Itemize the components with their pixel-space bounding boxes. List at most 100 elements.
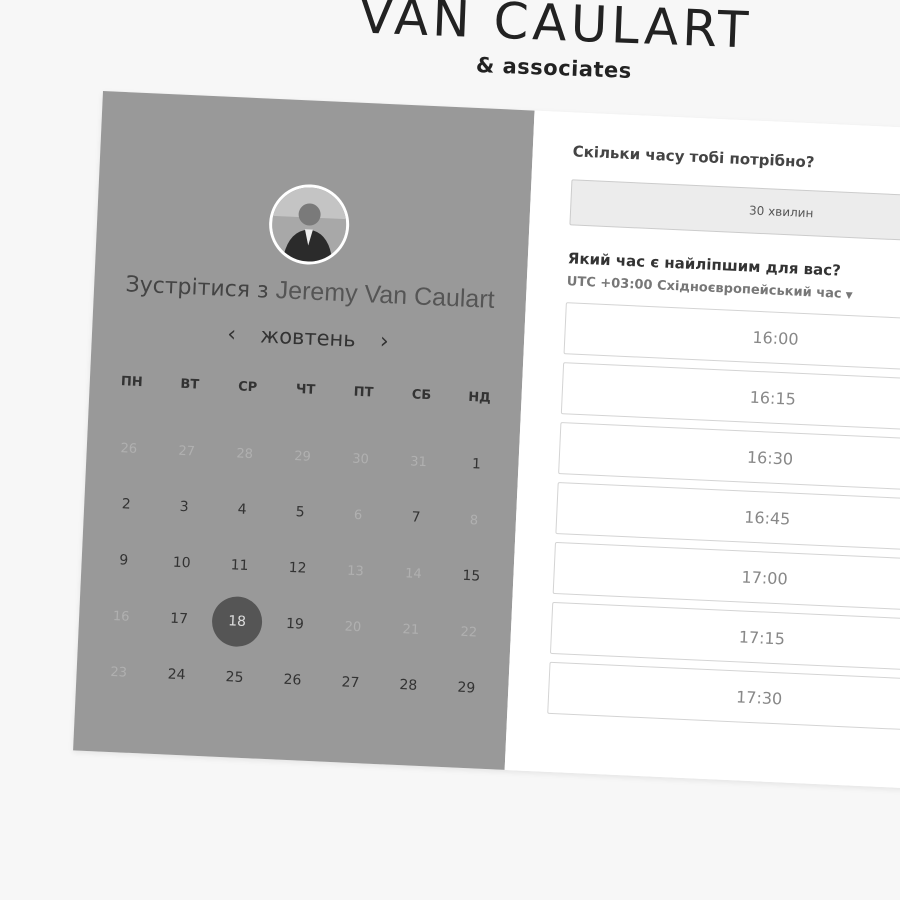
calendar-day-number: 4	[237, 501, 247, 518]
calendar-day-number: 7	[411, 509, 421, 526]
calendar-day[interactable]: 17	[149, 590, 209, 649]
duration-select[interactable]: 30 хвилин	[569, 179, 900, 245]
calendar-day: 23	[88, 643, 148, 702]
calendar-day-number: 29	[457, 679, 476, 697]
chevron-left-icon[interactable]: ‹	[217, 321, 246, 347]
calendar-day: 14	[383, 544, 443, 603]
calendar-day[interactable]: 26	[262, 651, 322, 710]
weekday-label: ПН	[120, 374, 144, 391]
month-label: жовтень	[259, 323, 357, 352]
calendar-day: 8	[444, 491, 504, 550]
calendar-day: 30	[330, 430, 390, 489]
calendar-day[interactable]: 15	[441, 547, 501, 606]
calendar-day-number: 1	[471, 456, 482, 473]
calendar-day[interactable]: 25	[204, 648, 264, 707]
duration-question: Скільки часу тобі потрібно?	[572, 142, 815, 172]
calendar-day[interactable]: 28	[378, 656, 438, 715]
time-slot-button[interactable]: 16:15	[560, 362, 900, 434]
calendar-day-number: 27	[341, 674, 360, 692]
calendar-day-number: 31	[409, 453, 428, 470]
calendar-day[interactable]: 19	[265, 595, 325, 654]
weekday-label: НД	[467, 389, 492, 406]
weekday-label: ВТ	[180, 376, 200, 393]
weekday-label: СР	[237, 379, 258, 396]
calendar-day-number: 12	[288, 559, 307, 577]
calendar-day-number: 29	[294, 448, 312, 465]
calendar-day: 20	[323, 598, 383, 657]
time-slot-button[interactable]: 16:30	[558, 422, 900, 494]
scheduler-card: Зустрітися з Jeremy Van Caulart ‹ жовтень…	[73, 91, 900, 791]
calendar-day-number: 15	[462, 567, 481, 585]
calendar-day-number: 8	[469, 512, 479, 528]
time-slot-button[interactable]: 16:45	[555, 482, 900, 554]
calendar-day-number: 28	[236, 445, 254, 462]
calendar-day[interactable]: 12	[267, 539, 327, 598]
weekday-header: ПН ВТ СР ЧТ ПТ СБ НД	[103, 373, 513, 407]
month-navigation: ‹ жовтень ›	[92, 316, 525, 361]
brand-logo: VAN CAULART & associates	[294, 0, 817, 90]
calendar-day[interactable]: 11	[209, 536, 269, 595]
calendar-day: 16	[91, 587, 151, 646]
calendar-day-number: 14	[404, 565, 423, 582]
calendar-day[interactable]: 10	[151, 534, 211, 593]
calendar-day-number: 9	[118, 552, 129, 569]
calendar-day-number: 19	[285, 615, 305, 633]
calendar-day-number: 30	[351, 451, 370, 467]
caret-down-icon: ▼	[845, 290, 853, 302]
calendar-day-number: 18	[227, 613, 247, 631]
calendar-day-number: 28	[399, 677, 418, 694]
calendar-day-number: 27	[178, 443, 196, 460]
time-slot-button[interactable]: 16:00	[563, 302, 900, 374]
calendar-day[interactable]: 9	[93, 531, 153, 590]
calendar-grid: 26 27 28 29 30 31 1 2 3 4 5 6 7 8 9 10 11 12 13 14 15 16 17 18 1…	[88, 419, 510, 717]
calendar-day-number: 2	[121, 496, 132, 513]
calendar-day[interactable]: 4	[212, 480, 272, 539]
calendar-day[interactable]: 5	[270, 483, 330, 542]
calendar-day-number: 20	[344, 619, 362, 635]
meeting-title: Зустрітися з Jeremy Van Caulart	[94, 268, 527, 317]
calendar-day-number: 5	[295, 504, 305, 521]
calendar-day[interactable]: 1	[446, 435, 506, 494]
timezone-select[interactable]: UTC +03:00 Східноєвропейський час ▼	[566, 274, 852, 302]
weekday-label: СБ	[411, 387, 432, 404]
calendar-day[interactable]: 24	[146, 646, 206, 705]
calendar-day-number: 26	[120, 440, 138, 457]
host-name: Jeremy Van Caulart	[275, 276, 496, 314]
time-slot-list: 16:00 16:15 16:30 16:45 17:00 17:15 17:30	[547, 302, 900, 741]
calendar-day[interactable]: 2	[96, 475, 156, 534]
weekday-label: ЧТ	[295, 382, 316, 398]
chevron-right-icon[interactable]: ›	[370, 328, 399, 354]
calendar-day-number: 3	[179, 498, 190, 516]
weekday-label: ПТ	[353, 384, 374, 401]
calendar-day-number: 22	[460, 624, 478, 641]
time-slot-button[interactable]: 17:00	[552, 541, 900, 614]
meet-prefix: Зустрітися з	[124, 272, 270, 304]
calendar-day-number: 11	[230, 557, 249, 575]
timezone-label: UTC +03:00 Східноєвропейський час	[566, 274, 842, 302]
calendar-day[interactable]: 3	[154, 478, 214, 537]
calendar-day: 22	[439, 603, 499, 662]
time-slot-button[interactable]: 17:15	[549, 601, 900, 673]
avatar	[267, 182, 351, 267]
calendar-day: 6	[328, 486, 388, 545]
calendar-day: 13	[325, 542, 385, 601]
host-photo	[270, 185, 348, 264]
calendar-day-number: 23	[110, 664, 128, 681]
calendar-day-selected[interactable]: 18	[207, 592, 267, 651]
time-question: Який час є найліпшим для вас?	[567, 249, 842, 280]
calendar-day: 29	[272, 427, 332, 486]
calendar-day-number: 25	[225, 669, 244, 686]
calendar-day: 27	[157, 422, 217, 481]
calendar-day: 28	[214, 425, 274, 484]
calendar-day: 26	[99, 419, 159, 478]
calendar-day-number: 17	[169, 610, 189, 628]
calendar-day[interactable]: 29	[436, 659, 496, 718]
calendar-day[interactable]: 27	[320, 654, 380, 713]
calendar-day-number: 16	[112, 608, 130, 625]
calendar-day-number: 21	[402, 621, 420, 638]
calendar-day[interactable]: 7	[386, 488, 446, 547]
time-slot-button[interactable]: 17:30	[547, 661, 900, 733]
calendar-day-number: 10	[172, 554, 191, 572]
calendar-panel: Зустрітися з Jeremy Van Caulart ‹ жовтень…	[73, 91, 535, 770]
calendar-day: 21	[381, 600, 441, 659]
